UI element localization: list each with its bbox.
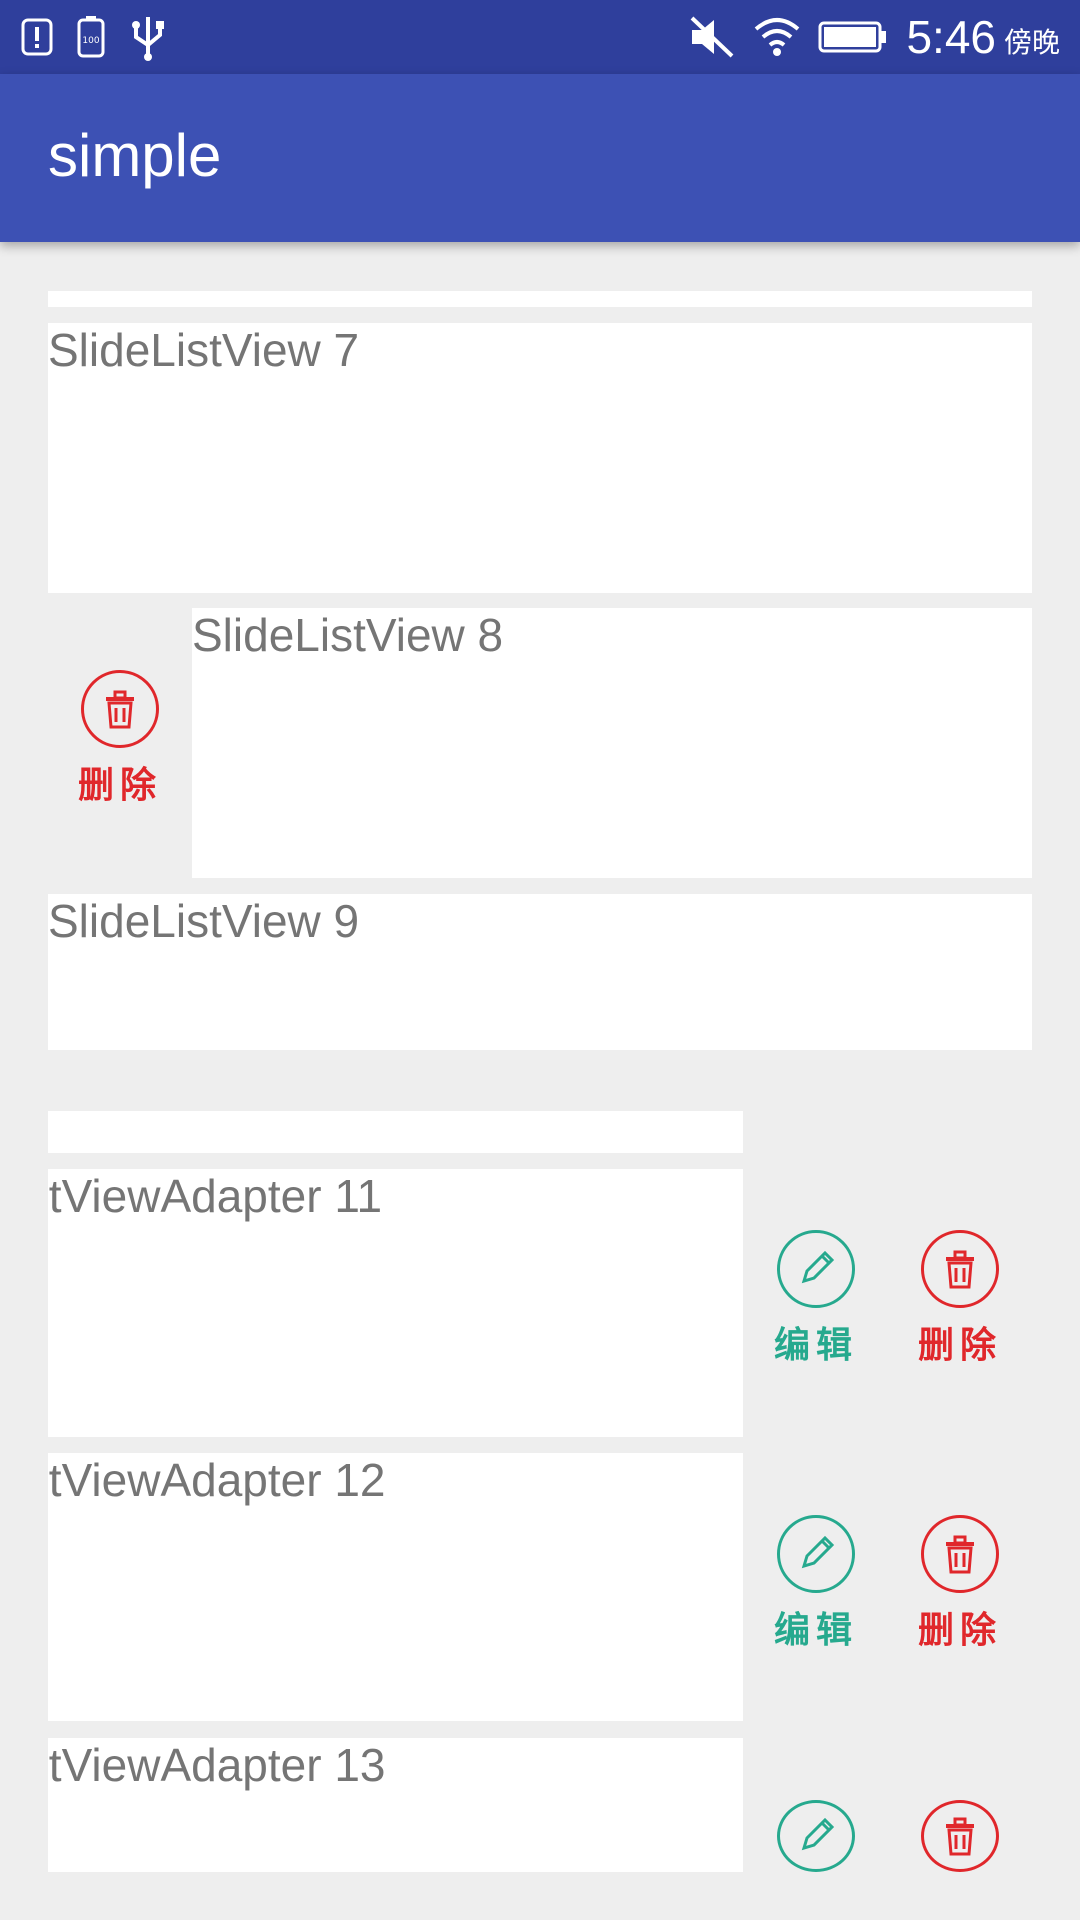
list-item-label: ListViewAdapter 11 [48,1170,383,1222]
delete-button[interactable]: 删除 [910,1515,1010,1653]
status-bar: 100 5:46 傍晚 [0,0,1080,74]
mute-icon [691,16,734,58]
edit-button[interactable] [766,1800,866,1872]
list-item-swiped[interactable]: ListViewAdapter 12 [48,1453,743,1721]
list-item-partial[interactable] [48,291,1032,307]
list-item-label: SlideListView 8 [192,609,504,661]
delete-button[interactable]: 删除 [70,670,170,808]
battery-icon [818,21,887,53]
list-item-label: ListViewAdapter 13 [48,1739,386,1791]
list-item-partial[interactable] [48,1111,743,1153]
alert-icon [21,18,53,56]
trash-icon [921,1800,999,1872]
app-bar: simple [0,74,1080,242]
list-item-label: ListViewAdapter 12 [48,1454,386,1506]
pencil-icon [777,1230,855,1308]
delete-label: 删除 [77,765,162,806]
status-left-icons: 100 [20,10,168,64]
delete-label: 删除 [917,1325,1002,1366]
list-item-swiped[interactable]: ListViewAdapter 13 [48,1738,743,1872]
list-item-swiped[interactable]: SlideListView 8 [192,608,1032,878]
edit-label: 编辑 [773,1325,858,1366]
list-item[interactable]: SlideListView 7 [48,323,1032,593]
list-item[interactable]: SlideListView 9 [48,894,1032,1050]
delete-button[interactable] [910,1800,1010,1872]
svg-text:100: 100 [82,36,99,46]
battery-100-icon: 100 [77,16,105,58]
list-item-swiped[interactable]: ListViewAdapter 11 [48,1169,743,1437]
edit-button[interactable]: 编辑 [766,1515,866,1653]
edit-label: 编辑 [773,1610,858,1651]
status-time: 5:46 [906,11,996,63]
trash-icon [81,670,159,748]
list-item-label: SlideListView 7 [48,324,360,376]
edit-button[interactable]: 编辑 [766,1230,866,1368]
app-title: simple [48,122,222,189]
wifi-icon [755,18,800,56]
trash-icon [921,1515,999,1593]
trash-icon [921,1230,999,1308]
delete-button[interactable]: 删除 [910,1230,1010,1368]
status-right-icons: 5:46 傍晚 [688,8,1060,66]
status-period: 傍晚 [1003,26,1060,59]
pencil-icon [777,1515,855,1593]
list-item-label: SlideListView 9 [48,895,360,947]
delete-label: 删除 [917,1610,1002,1651]
pencil-icon [777,1800,855,1872]
usb-icon [132,17,164,61]
